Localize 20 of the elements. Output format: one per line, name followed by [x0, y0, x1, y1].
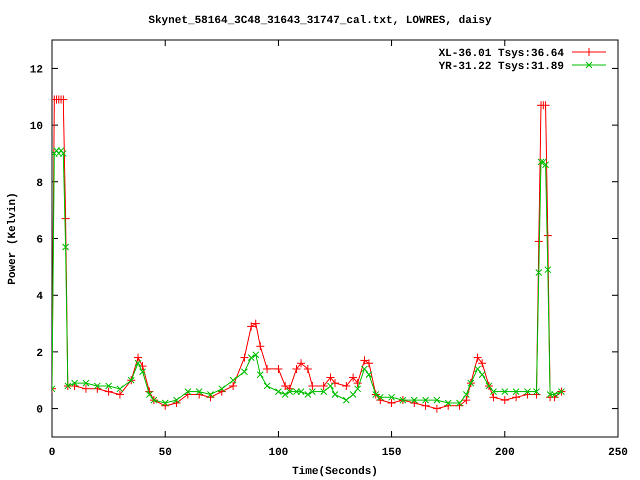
chart-title: Skynet_58164_3C48_31643_31747_cal.txt, LOWRES, daisy [148, 15, 492, 27]
x-tick-label: 50 [158, 447, 172, 459]
x-tick-label: 100 [268, 447, 288, 459]
y-tick-label: 2 [36, 348, 43, 360]
y-tick-label: 12 [30, 64, 43, 76]
y-axis-label: Power (Kelvin) [7, 192, 19, 285]
y-tick-label: 10 [30, 121, 43, 134]
y-tick-label: 8 [36, 178, 43, 190]
x-tick-label: 0 [48, 447, 56, 459]
legend-label: YR-31.22 Tsys:31.89 [438, 61, 564, 73]
x-tick-label: 250 [608, 447, 628, 459]
legend-line [572, 48, 606, 56]
y-tick-label: 6 [36, 234, 43, 246]
x-tick-label: 150 [382, 447, 402, 459]
legend-line [572, 62, 606, 68]
y-tick-label: 4 [36, 291, 43, 304]
x-axis-label: Time(Seconds) [292, 466, 378, 478]
x-tick-label: 200 [494, 447, 515, 459]
y-tick-label: 0 [36, 404, 43, 417]
legend-label: XL-36.01 Tsys:36.64 [438, 48, 564, 60]
